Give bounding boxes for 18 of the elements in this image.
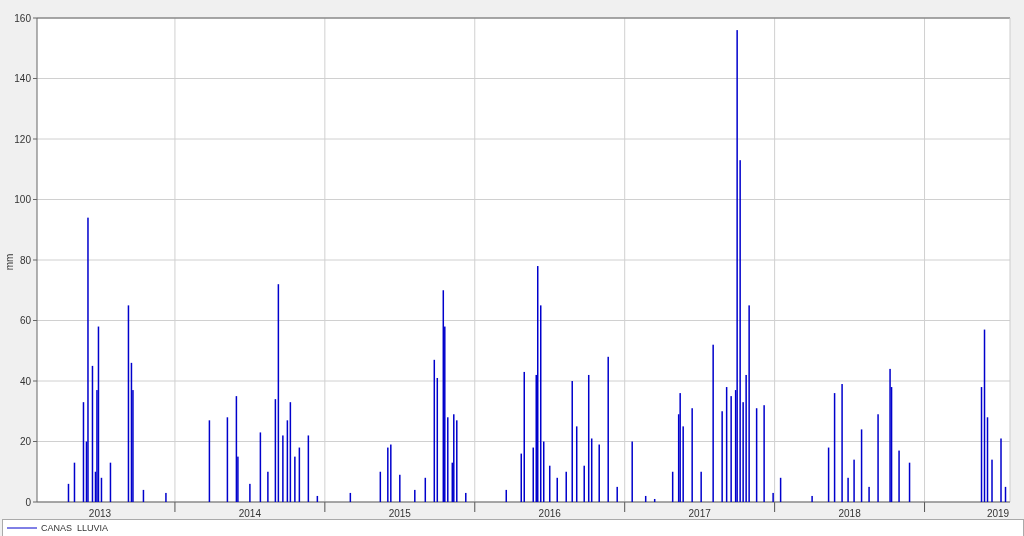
axis-label: 100: [14, 194, 31, 205]
axis-label: 140: [14, 73, 31, 84]
axis-label: 2015: [388, 508, 411, 518]
axis-label: 60: [19, 315, 31, 326]
axis-label: 40: [19, 375, 31, 387]
axis-label: 2014: [238, 508, 261, 518]
axis-label: 2013: [88, 508, 112, 518]
axis-label: 20: [19, 436, 31, 447]
axis-title: mm: [4, 253, 15, 271]
axis-label: 2019: [986, 508, 1010, 518]
axis-label: 2016: [538, 508, 561, 518]
axis-label: 120: [14, 133, 31, 145]
axis-label: 2017: [688, 508, 711, 518]
axis-label: 0: [25, 496, 31, 508]
axis-label: 2018: [838, 508, 861, 518]
axis-label: 80: [19, 254, 31, 266]
axis-label: 160: [14, 12, 31, 24]
legend-label: CANAS LLUVIA: [41, 523, 109, 533]
